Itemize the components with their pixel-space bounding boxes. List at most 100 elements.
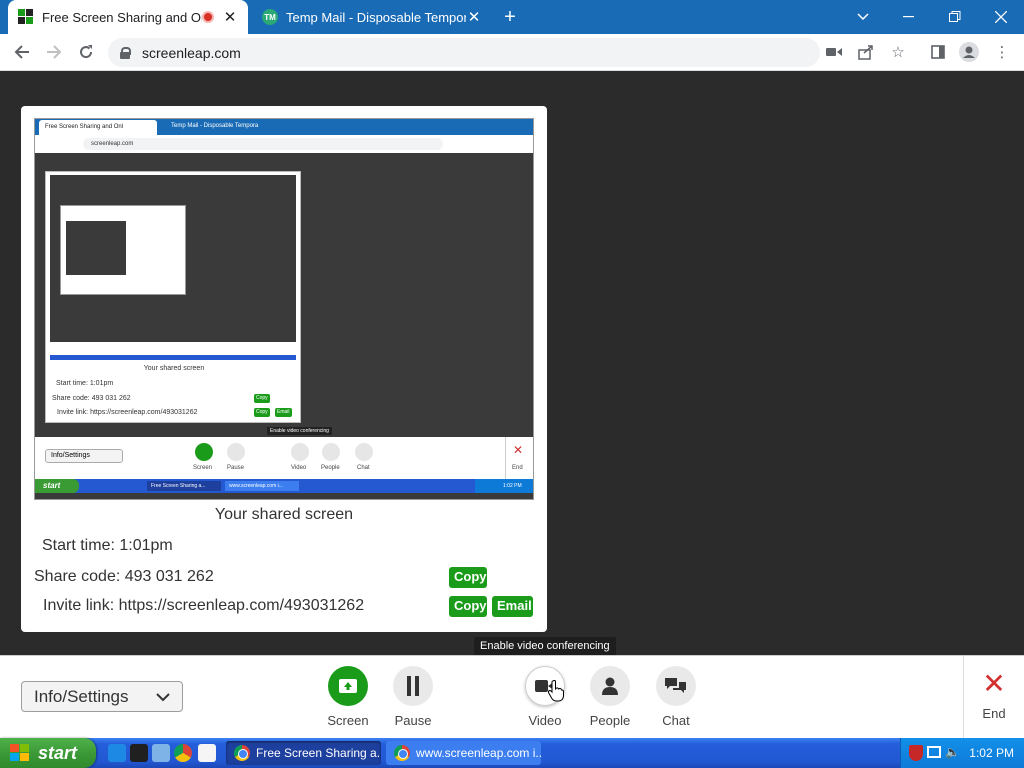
end-divider bbox=[963, 656, 964, 739]
taskbar-item-label: Free Screen Sharing a... bbox=[256, 746, 381, 760]
hand-cursor-icon bbox=[548, 680, 564, 702]
thumbnail-tab: Free Screen Sharing and Onl bbox=[39, 120, 157, 135]
url-text: screenleap.com bbox=[142, 44, 241, 61]
thumbnail-email-button: Email bbox=[275, 408, 292, 417]
chat-label: Chat bbox=[662, 713, 690, 728]
close-window-button[interactable] bbox=[978, 0, 1024, 34]
system-tray: 🔈 1:02 PM bbox=[900, 738, 1024, 768]
close-tab-icon[interactable]: ✕ bbox=[222, 8, 238, 26]
screenleap-favicon-icon bbox=[18, 9, 34, 25]
menu-kebab-icon[interactable]: ⋮ bbox=[992, 42, 1012, 62]
screen-label: Screen bbox=[327, 713, 369, 728]
end-x-icon: ✕ bbox=[982, 668, 1006, 699]
end-label: End bbox=[982, 706, 1006, 721]
copy-invite-link-button[interactable]: Copy bbox=[449, 596, 487, 617]
shared-screen-thumbnail: Free Screen Sharing and Onl Temp Mail - … bbox=[34, 118, 534, 500]
start-time-label: Start time: bbox=[42, 537, 115, 554]
people-button[interactable]: People bbox=[580, 666, 640, 728]
thumbnail-invite-link: Invite link: https://screenleap.com/4930… bbox=[57, 409, 198, 416]
internet-explorer-icon[interactable] bbox=[108, 744, 126, 762]
thumbnail-control-label: Chat bbox=[357, 465, 370, 471]
chrome-icon bbox=[394, 745, 410, 761]
thumbnail-tab-strip: Free Screen Sharing and Onl Temp Mail - … bbox=[35, 119, 533, 135]
tab-search-icon[interactable] bbox=[840, 0, 886, 34]
share-code-value: 493 031 262 bbox=[124, 568, 214, 585]
restore-button[interactable] bbox=[932, 0, 978, 34]
close-tab-icon[interactable]: ✕ bbox=[466, 8, 482, 26]
minimize-button[interactable] bbox=[886, 0, 932, 34]
thumbnail-taskbar: start Free Screen Sharing a... www.scree… bbox=[35, 479, 533, 493]
tab-screenleap[interactable]: Free Screen Sharing and Onl ✕ bbox=[8, 0, 248, 34]
chat-button[interactable]: Chat bbox=[646, 666, 706, 728]
chevron-down-icon bbox=[156, 687, 170, 707]
lock-icon bbox=[120, 46, 131, 59]
thumbnail-share-code: Share code: 493 031 262 bbox=[52, 395, 131, 402]
side-panel-icon[interactable] bbox=[928, 42, 948, 62]
people-label: People bbox=[589, 713, 631, 728]
thumbnail-chat-icon bbox=[355, 443, 373, 461]
browser-toolbar: screenleap.com ☆ ⋮ bbox=[0, 34, 1024, 71]
thumbnail-start-time: Start time: 1:01pm bbox=[56, 380, 114, 387]
pause-button[interactable]: Pause bbox=[383, 666, 443, 728]
windows-taskbar: start Free Screen Sharing a... www.scree… bbox=[0, 738, 1024, 768]
thumbnail-tab: Temp Mail - Disposable Tempora bbox=[171, 123, 259, 129]
thumbnail-end-icon: ✕ bbox=[513, 443, 524, 457]
copy-share-code-button[interactable]: Copy bbox=[449, 567, 487, 588]
forward-button[interactable] bbox=[41, 39, 67, 65]
reload-button[interactable] bbox=[73, 39, 99, 65]
taskbar-item-screenleap[interactable]: Free Screen Sharing a... bbox=[226, 741, 381, 765]
clock: 1:02 PM bbox=[969, 746, 1014, 760]
camera-icon[interactable] bbox=[824, 42, 844, 62]
thumbnail-video-icon bbox=[291, 443, 309, 461]
video-label: Video bbox=[528, 713, 562, 728]
thumbnail-clock: 1:02 PM bbox=[475, 479, 533, 493]
start-app-icon[interactable] bbox=[130, 744, 148, 762]
volume-icon[interactable]: 🔈 bbox=[945, 745, 960, 759]
thumbnail-copy-button: Copy bbox=[254, 394, 270, 403]
share-code-row: Share code: 493 031 262 bbox=[34, 568, 214, 586]
share-code-label: Share code: bbox=[34, 568, 121, 585]
shared-screen-label: Your shared screen bbox=[214, 506, 354, 523]
screen-share-icon bbox=[328, 666, 368, 706]
tab-title: Temp Mail - Disposable Tempora bbox=[286, 9, 466, 25]
thumbnail-screen-icon bbox=[195, 443, 213, 461]
accessibility-icon[interactable] bbox=[152, 744, 170, 762]
security-shield-icon[interactable] bbox=[909, 745, 923, 761]
new-tab-button[interactable]: + bbox=[498, 4, 522, 30]
screen-button[interactable]: Screen bbox=[318, 666, 378, 728]
bookmark-star-icon[interactable]: ☆ bbox=[888, 42, 908, 62]
info-settings-dropdown[interactable]: Info/Settings bbox=[21, 681, 183, 712]
browser-tab-strip: Free Screen Sharing and Onl ✕ TM Temp Ma… bbox=[0, 0, 1024, 34]
thumbnail-tooltip: Enable video conferencing bbox=[267, 427, 332, 435]
windows-flag-icon bbox=[10, 744, 30, 762]
back-button[interactable] bbox=[9, 39, 35, 65]
notepad-icon[interactable] bbox=[198, 744, 216, 762]
video-button[interactable]: Video bbox=[515, 666, 575, 728]
taskbar-item-label: www.screenleap.com i... bbox=[416, 746, 541, 760]
thumbnail-address-bar: screenleap.com bbox=[35, 135, 533, 153]
chrome-icon bbox=[234, 745, 250, 761]
thumbnail-task-item: www.screenleap.com i... bbox=[225, 481, 299, 491]
thumbnail-people-icon bbox=[322, 443, 340, 461]
address-bar[interactable]: screenleap.com bbox=[108, 38, 820, 67]
start-label: start bbox=[38, 742, 78, 763]
end-button[interactable]: ✕ End bbox=[966, 668, 1022, 721]
thumbnail-control-label: End bbox=[512, 465, 523, 471]
start-time-row: Start time: 1:01pm bbox=[42, 537, 173, 555]
thumbnail-inner-card: Your shared screen Start time: 1:01pm Sh… bbox=[45, 171, 301, 423]
video-tooltip: Enable video conferencing bbox=[474, 637, 616, 662]
thumbnail-control-label: Pause bbox=[227, 465, 245, 471]
start-button[interactable]: start bbox=[0, 738, 96, 768]
email-invite-link-button[interactable]: Email bbox=[492, 596, 533, 617]
tab-temp-mail[interactable]: TM Temp Mail - Disposable Tempora ✕ bbox=[252, 0, 492, 34]
profile-avatar-icon[interactable] bbox=[959, 42, 979, 62]
thumbnail-control-label: Video bbox=[291, 465, 307, 471]
share-icon[interactable] bbox=[856, 42, 876, 62]
network-icon[interactable] bbox=[927, 746, 941, 758]
chat-bubbles-icon bbox=[656, 666, 696, 706]
thumbnail-control-label: Screen bbox=[193, 465, 213, 471]
pause-label: Pause bbox=[394, 713, 432, 728]
chrome-quicklaunch-icon[interactable] bbox=[174, 744, 192, 762]
thumbnail-copy-button: Copy bbox=[254, 408, 270, 417]
taskbar-item-screenleap-window[interactable]: www.screenleap.com i... bbox=[386, 741, 541, 765]
